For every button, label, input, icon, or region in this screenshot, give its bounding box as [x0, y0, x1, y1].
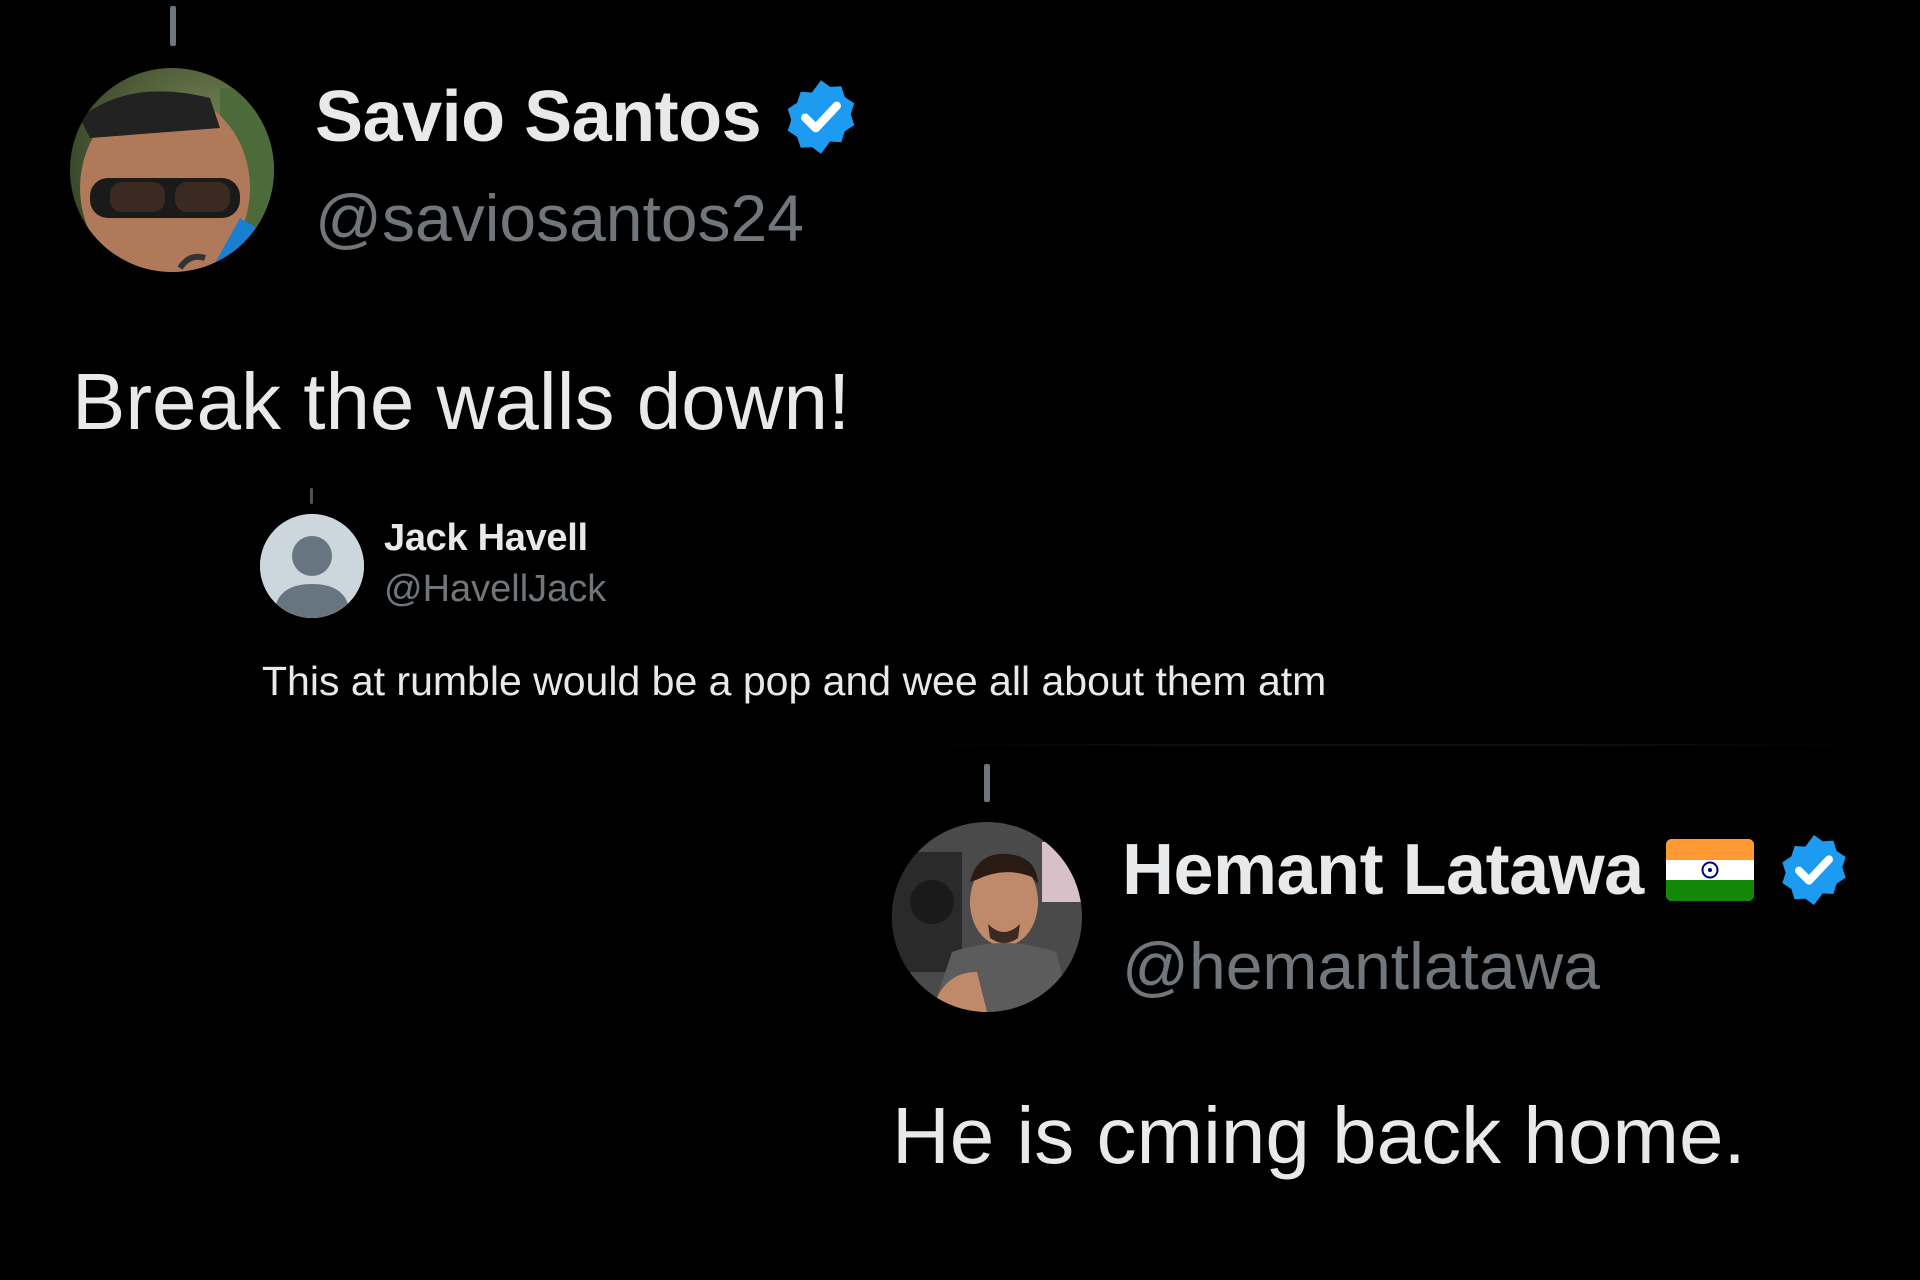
tweet-text: This at rumble would be a pop and wee al…: [262, 658, 1327, 704]
thread-connector-line: [310, 488, 313, 504]
profile-photo-man-icon: [892, 822, 1082, 1012]
display-name[interactable]: Jack Havell: [384, 517, 588, 560]
verified-badge-icon: [779, 75, 863, 159]
tweet-text: Break the walls down!: [72, 357, 851, 446]
display-name[interactable]: Hemant Latawa: [1122, 829, 1644, 911]
display-name[interactable]: Savio Santos: [315, 76, 762, 158]
tweet-header-hemant: Hemant Latawa: [1122, 826, 1854, 914]
avatar-jack-havell[interactable]: [260, 514, 364, 618]
default-profile-icon: [260, 514, 364, 618]
user-handle[interactable]: @HavellJack: [384, 568, 606, 611]
user-handle[interactable]: @hemantlatawa: [1122, 928, 1600, 1004]
thread-connector-line: [170, 6, 176, 46]
user-handle[interactable]: @saviosantos24: [315, 180, 804, 256]
avatar-hemant-latawa[interactable]: [892, 822, 1082, 1012]
section-divider: [920, 744, 1860, 746]
profile-photo-sunglasses-icon: [70, 68, 274, 272]
verified-badge-icon: [1774, 830, 1854, 910]
tweet-header-jack: Jack Havell: [384, 516, 588, 560]
tweet-text: He is cming back home.: [892, 1091, 1746, 1180]
avatar-savio-santos[interactable]: [70, 68, 274, 272]
india-flag-icon: [1665, 839, 1754, 901]
tweet-header-savio: Savio Santos: [315, 72, 863, 162]
thread-connector-line: [984, 764, 990, 802]
